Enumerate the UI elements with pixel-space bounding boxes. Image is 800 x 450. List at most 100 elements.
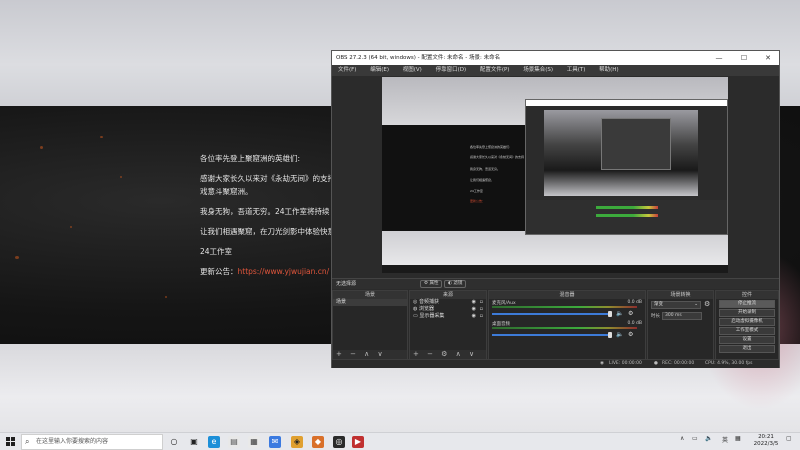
game-app-icon[interactable]: ◈ [291,436,303,448]
settings-button[interactable]: 设置 [719,336,775,344]
visibility-eye-icon[interactable]: ◉ [472,299,476,306]
nested-obs-capture [525,99,728,235]
obs-taskbar-icon[interactable]: ◎ [333,436,345,448]
clock-date: 2022/3/5 [753,441,779,447]
update-link[interactable]: https://www.yjwujian.cn/ [238,267,330,276]
minimize-button[interactable]: — [707,51,731,65]
sources-dock: 来源 ◎ 音频捕获 ◉ ▫ ◍ 浏览器 ◉ ▫ ▭ 显示器采集 ◉ ▫ + − … [409,290,487,360]
start-virtual-camera-button[interactable]: 启动虚拟摄像机 [719,318,775,326]
input-method-icon[interactable]: ▦ [735,435,741,442]
preview-text-3: 我身无狗，吾道无穷。 [470,167,501,171]
mail-icon[interactable]: ✉ [269,436,281,448]
windows-start-icon[interactable] [6,437,16,447]
lock-icon[interactable]: ▫ [480,306,483,313]
edge-browser-icon[interactable]: e [208,436,220,448]
rec-indicator-icon: ● [654,361,658,366]
lock-icon[interactable]: ▫ [480,313,483,320]
source-toolbar: 无选择源 ⚙ 属性 ◐ 滤镜 [332,278,779,289]
controls-dock: 控件 停止推流 开始录制 启动虚拟摄像机 工作室模式 设置 退出 [715,290,779,360]
announcement-text: 各位率先登上聚窟洲的英雄们: 感谢大家长久以来对《永劫无间》的支持 戏意斗聚窟洲… [200,152,340,278]
menu-tools[interactable]: 工具(T) [567,65,586,76]
obs-window: OBS 27.2.3 (64 bit, windows) - 配置文件: 未命名… [331,50,780,368]
menu-profile[interactable]: 配置文件(P) [480,65,510,76]
clock-time: 20:21 [758,434,774,440]
speaker-icon[interactable]: 🔈 [616,310,623,317]
stop-streaming-button[interactable]: 停止推流 [719,300,775,308]
source-item-browser[interactable]: ◍ 浏览器 ◉ ▫ [410,306,486,313]
gear-icon[interactable]: ⚙ [628,331,633,338]
preview-text-1: 各位率先登上聚窟洲的英雄们: [470,145,511,149]
lock-icon[interactable]: ▫ [480,299,483,306]
preview-taskbar [382,265,728,273]
task-view-icon[interactable]: ▣ [188,436,200,448]
desktop-volume-knob[interactable] [608,332,612,338]
launcher-app-icon[interactable]: ◆ [312,436,324,448]
paragraph-1-cont: 戏意斗聚窟洲。 [200,187,253,196]
windows-taskbar: ⌕ 在这里输入你要搜索的内容 ○ ▣ e ▤ ▦ ✉ ◈ ◆ ◎ ▶ ∧ ▭ 🔈… [0,432,800,450]
live-indicator-icon: ◉ [600,361,604,366]
notification-icon[interactable]: ▢ [786,435,792,442]
gear-icon[interactable]: ⚙ [704,300,710,308]
ime-indicator[interactable]: 英 [722,435,728,444]
taskbar-search-input[interactable]: ⌕ 在这里输入你要搜索的内容 [21,434,163,450]
menu-scene-collection[interactable]: 场景集合(S) [523,65,553,76]
program-preview[interactable]: 各位率先登上聚窟洲的英雄们: 感谢大家长久以来对《永劫无间》的支持 我身无狗，吾… [382,77,728,273]
mic-volume-knob[interactable] [608,311,612,317]
source-item-audio[interactable]: ◎ 音频捕获 ◉ ▫ [410,299,486,306]
mic-volume-slider[interactable] [492,313,610,315]
transitions-dock: 场景转换 渐变 ⌄ ⚙ 时长 300 ms [647,290,714,360]
scenes-header: 场景 [333,291,407,299]
paragraph-2: 我身无狗，吾道无穷。24工作室将持续 [200,207,330,216]
menu-docks[interactable]: 停靠窗口(D) [436,65,467,76]
cpu-usage: CPU: 4.9%, 30.00 fps [705,361,753,366]
source-item-display[interactable]: ▭ 显示器采集 ◉ ▫ [410,313,486,320]
mixer-channel-desktop: 桌面音频 0.0 dB 🔈 ⚙ [492,321,642,338]
sources-toolbar[interactable]: + − ⚙ ∧ ∨ [410,350,486,359]
network-icon[interactable]: ▭ [692,435,698,442]
gear-icon[interactable]: ⚙ [628,310,633,317]
desktop-volume-slider[interactable] [492,334,610,336]
menu-edit[interactable]: 编辑(E) [370,65,389,76]
paragraph-3: 让我们相遇聚窟，在刀光剑影中体验快意 [200,227,335,236]
preview-text-6: 更新公告： [470,199,486,203]
duration-input[interactable]: 300 ms [662,312,702,320]
preview-text-5: 24工作室 [470,189,483,193]
menu-view[interactable]: 视图(V) [403,65,422,76]
maximize-button[interactable]: ☐ [732,51,756,65]
desktop-level-meter [492,327,637,329]
preview-text-2: 感谢大家长久以来对《永劫无间》的支持 [470,155,525,159]
transition-select[interactable]: 渐变 ⌄ [651,301,701,309]
obs-menubar: 文件(F) 编辑(E) 视图(V) 停靠窗口(D) 配置文件(P) 场景集合(S… [332,65,779,76]
sources-header: 来源 [410,291,486,299]
signature: 24工作室 [200,247,233,256]
exit-button[interactable]: 退出 [719,345,775,353]
explorer-icon[interactable]: ▤ [228,436,240,448]
preview-text-4: 让我们相遇聚窟， [470,178,495,182]
start-recording-button[interactable]: 开始录制 [719,309,775,317]
studio-mode-button[interactable]: 工作室模式 [719,327,775,335]
chevron-down-icon: ⌄ [694,302,698,307]
controls-header: 控件 [716,291,778,299]
scene-item[interactable]: 场景 [333,299,407,306]
volume-icon[interactable]: 🔈 [705,435,712,442]
visibility-eye-icon[interactable]: ◉ [472,313,476,320]
menu-help[interactable]: 帮助(H) [599,65,618,76]
obs-statusbar: ◉ LIVE: 00:00:00 ● REC: 00:00:00 CPU: 4.… [332,359,779,368]
filters-button[interactable]: ◐ 滤镜 [444,280,467,288]
live-timer: LIVE: 00:00:00 [609,361,642,366]
store-icon[interactable]: ▦ [248,436,260,448]
video-app-icon[interactable]: ▶ [352,436,364,448]
mic-level-meter [492,306,637,308]
menu-file[interactable]: 文件(F) [338,65,356,76]
taskbar-clock[interactable]: 20:21 2022/3/5 [750,434,782,448]
properties-button[interactable]: ⚙ 属性 [420,280,443,288]
chevron-up-icon[interactable]: ∧ [680,435,684,442]
obs-titlebar: OBS 27.2.3 (64 bit, windows) - 配置文件: 未命名… [332,51,779,65]
visibility-eye-icon[interactable]: ◉ [472,306,476,313]
update-label: 更新公告： [200,267,238,276]
close-button[interactable]: ✕ [756,51,780,65]
cortana-icon[interactable]: ○ [168,436,180,448]
duration-label: 时长 [651,314,660,319]
scenes-toolbar[interactable]: + − ∧ ∨ [333,350,407,359]
speaker-icon[interactable]: 🔈 [616,331,623,338]
